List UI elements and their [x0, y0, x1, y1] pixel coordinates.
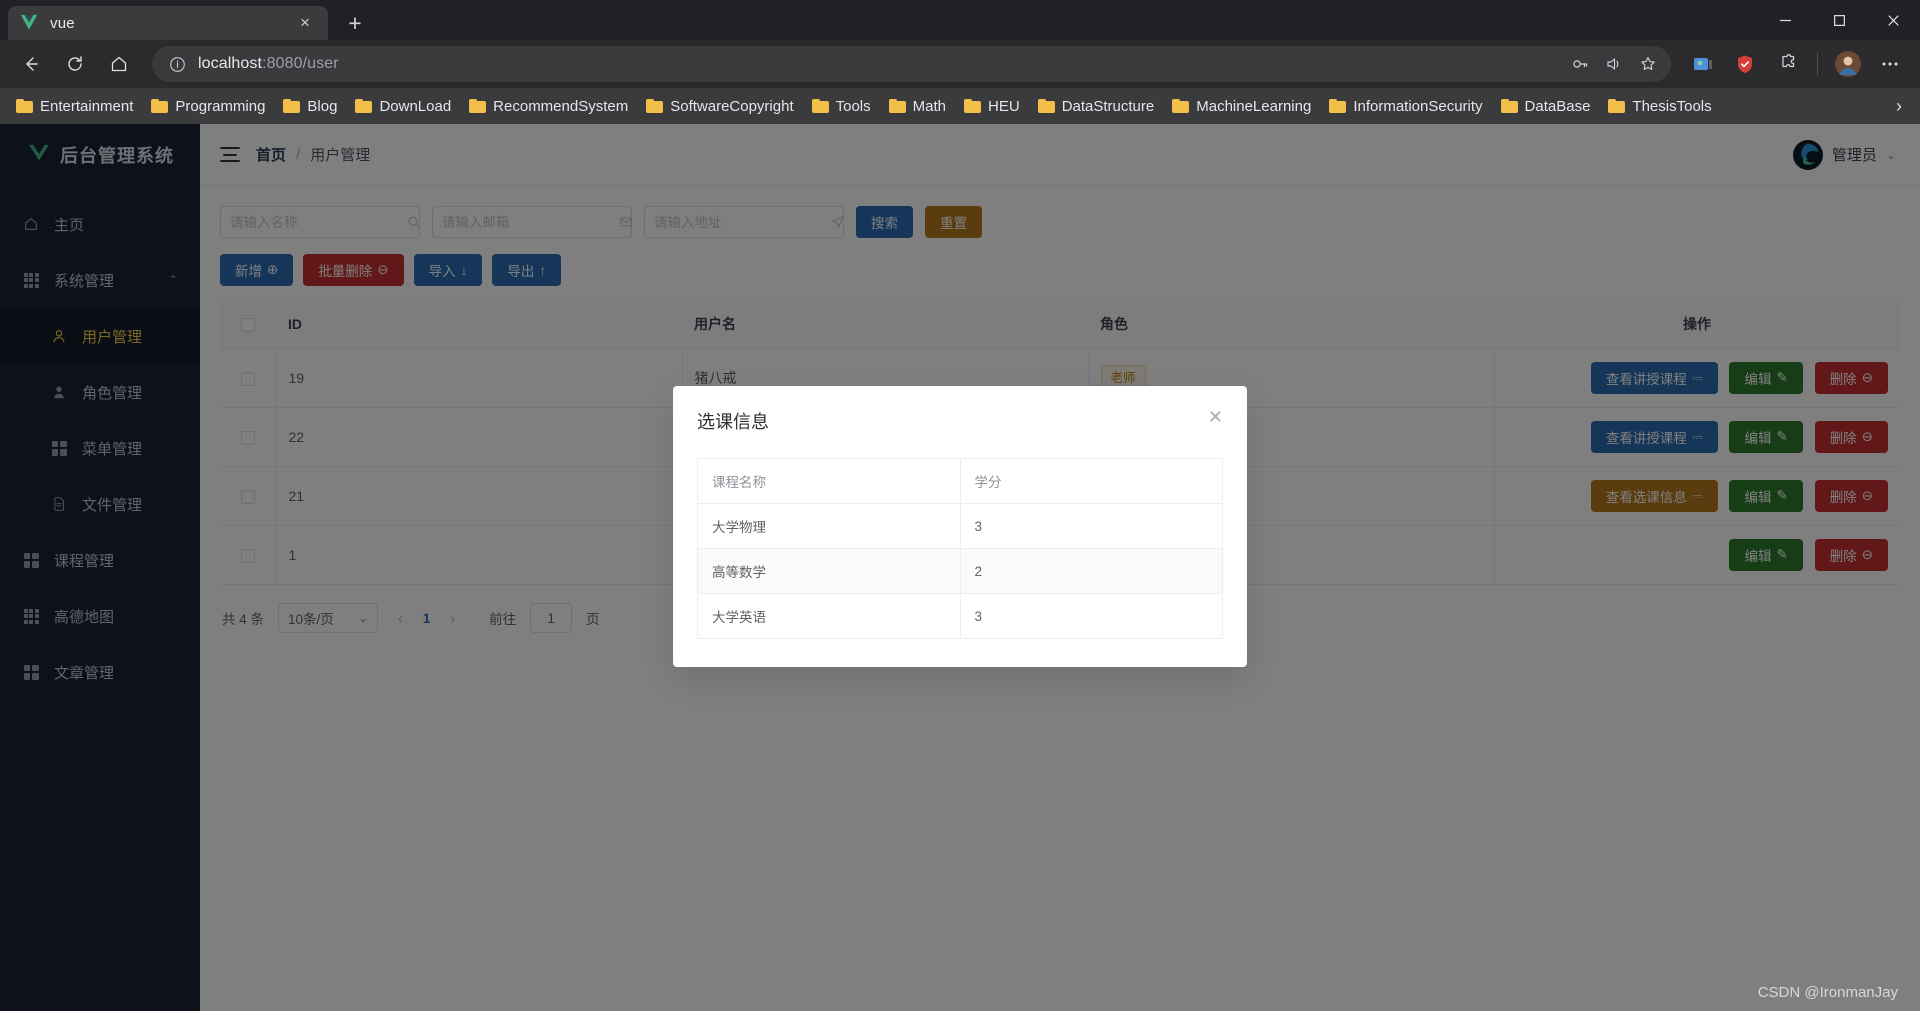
bookmark-label: InformationSecurity	[1353, 97, 1483, 115]
bookmark-item[interactable]: DataBase	[1493, 94, 1599, 119]
folder-icon	[1172, 99, 1190, 113]
course-info-dialog: 选课信息 ✕ 课程名称 学分 大学物理 3 高等数学 2 大学英语 3	[673, 386, 1247, 667]
address-bar[interactable]: localhost:8080/user	[152, 46, 1671, 82]
bookmark-item[interactable]: ThesisTools	[1600, 94, 1719, 119]
info-circle-icon[interactable]	[166, 53, 188, 75]
browser-tab[interactable]: vue ×	[8, 6, 328, 40]
dialog-title: 选课信息	[697, 412, 769, 432]
close-window-button[interactable]	[1866, 0, 1920, 40]
folder-icon	[811, 99, 829, 113]
folder-icon	[469, 99, 487, 113]
dialog-body: 课程名称 学分 大学物理 3 高等数学 2 大学英语 3	[673, 444, 1247, 667]
table-row: 高等数学 2	[697, 548, 1223, 594]
close-icon[interactable]: ✕	[1208, 408, 1223, 426]
dialog-header: 选课信息 ✕	[673, 386, 1247, 444]
key-icon[interactable]	[1565, 49, 1595, 79]
bookmark-label: SoftwareCopyright	[670, 97, 794, 115]
bookmark-item[interactable]: RecommendSystem	[461, 94, 636, 119]
bookmark-label: Programming	[175, 97, 266, 115]
bookmark-item[interactable]: DataStructure	[1030, 94, 1163, 119]
cell-course-credit: 2	[960, 548, 1223, 594]
bookmark-label: Blog	[307, 97, 338, 115]
bookmarks-bar: Entertainment Programming Blog DownLoad …	[0, 88, 1920, 124]
maximize-button[interactable]	[1812, 0, 1866, 40]
bookmark-label: Math	[912, 97, 947, 115]
new-tab-button[interactable]: +	[338, 6, 372, 40]
url-text[interactable]: localhost:8080/user	[198, 55, 1555, 73]
course-column-credit: 学分	[960, 458, 1223, 504]
window-controls	[1758, 0, 1920, 40]
bookmark-item[interactable]: Programming	[143, 94, 273, 119]
bookmark-label: DataStructure	[1061, 97, 1155, 115]
bookmark-label: RecommendSystem	[493, 97, 629, 115]
back-button-icon[interactable]	[12, 45, 50, 83]
bookmark-item[interactable]: Tools	[804, 94, 879, 119]
folder-icon	[151, 99, 169, 113]
home-button-icon[interactable]	[100, 45, 138, 83]
url-path: :8080/user	[262, 55, 339, 72]
bookmark-item[interactable]: Math	[881, 94, 954, 119]
toolbar-divider	[1817, 53, 1818, 75]
bookmark-label: ThesisTools	[1632, 97, 1712, 115]
folder-icon	[355, 99, 373, 113]
folder-icon	[1037, 99, 1055, 113]
folder-icon	[646, 99, 664, 113]
favorite-icon[interactable]	[1633, 49, 1663, 79]
navigation-toolbar: localhost:8080/user	[0, 40, 1920, 88]
tab-strip: vue × +	[0, 0, 1920, 40]
omnibox-actions	[1565, 49, 1663, 79]
folder-icon	[1608, 99, 1626, 113]
bookmarks-overflow-icon[interactable]: ›	[1882, 88, 1916, 124]
bookmark-label: Entertainment	[40, 97, 134, 115]
read-aloud-icon[interactable]	[1599, 49, 1629, 79]
folder-icon	[1329, 99, 1347, 113]
bookmark-label: HEU	[988, 97, 1020, 115]
course-table-head: 课程名称 学分	[697, 458, 1223, 504]
course-header-row: 课程名称 学分	[697, 458, 1223, 504]
bookmark-label: DataBase	[1524, 97, 1591, 115]
bookmark-label: Tools	[835, 97, 871, 115]
page-viewport: 后台管理系统 主页 系统管理 ⌃	[0, 124, 1920, 1011]
shield-icon[interactable]	[1727, 46, 1763, 82]
table-row: 大学物理 3	[697, 503, 1223, 549]
profile-avatar-icon[interactable]	[1830, 46, 1866, 82]
cell-course-name: 大学物理	[697, 503, 961, 549]
folder-icon	[888, 99, 906, 113]
table-row: 大学英语 3	[697, 593, 1223, 639]
bookmark-label: MachineLearning	[1196, 97, 1312, 115]
reload-button-icon[interactable]	[56, 45, 94, 83]
bookmark-label: DownLoad	[379, 97, 452, 115]
cell-course-name: 大学英语	[697, 593, 961, 639]
folder-icon	[283, 99, 301, 113]
settings-more-icon[interactable]	[1872, 46, 1908, 82]
cell-course-credit: 3	[960, 503, 1223, 549]
course-table: 课程名称 学分 大学物理 3 高等数学 2 大学英语 3	[697, 458, 1223, 639]
tab-close-icon[interactable]: ×	[292, 10, 318, 36]
cell-course-credit: 3	[974, 608, 983, 624]
course-table-body: 大学物理 3 高等数学 2 大学英语 3	[697, 503, 1223, 639]
bookmark-item[interactable]: Blog	[275, 94, 345, 119]
bookmark-item[interactable]: HEU	[956, 94, 1028, 119]
folder-icon	[16, 99, 33, 113]
minimize-button[interactable]	[1758, 0, 1812, 40]
bookmark-item[interactable]: SoftwareCopyright	[638, 94, 801, 119]
browser-window: vue × + localhost:8080/user Entertainmen…	[0, 0, 1920, 1011]
bookmark-item[interactable]: MachineLearning	[1164, 94, 1319, 119]
bookmark-item[interactable]: InformationSecurity	[1321, 94, 1490, 119]
bookmark-item[interactable]: Entertainment	[8, 94, 141, 119]
bookmark-item[interactable]: DownLoad	[347, 94, 459, 119]
collections-icon[interactable]	[1685, 46, 1721, 82]
folder-icon	[964, 99, 982, 113]
vue-logo-icon	[18, 12, 40, 34]
tab-title: vue	[50, 14, 75, 32]
watermark: CSDN @IronmanJay	[1757, 984, 1898, 1001]
course-column-name: 课程名称	[697, 458, 961, 504]
cell-course-name: 高等数学	[697, 548, 961, 594]
url-host: localhost	[198, 55, 263, 72]
extensions-icon[interactable]	[1769, 46, 1805, 82]
folder-icon	[1500, 99, 1518, 113]
